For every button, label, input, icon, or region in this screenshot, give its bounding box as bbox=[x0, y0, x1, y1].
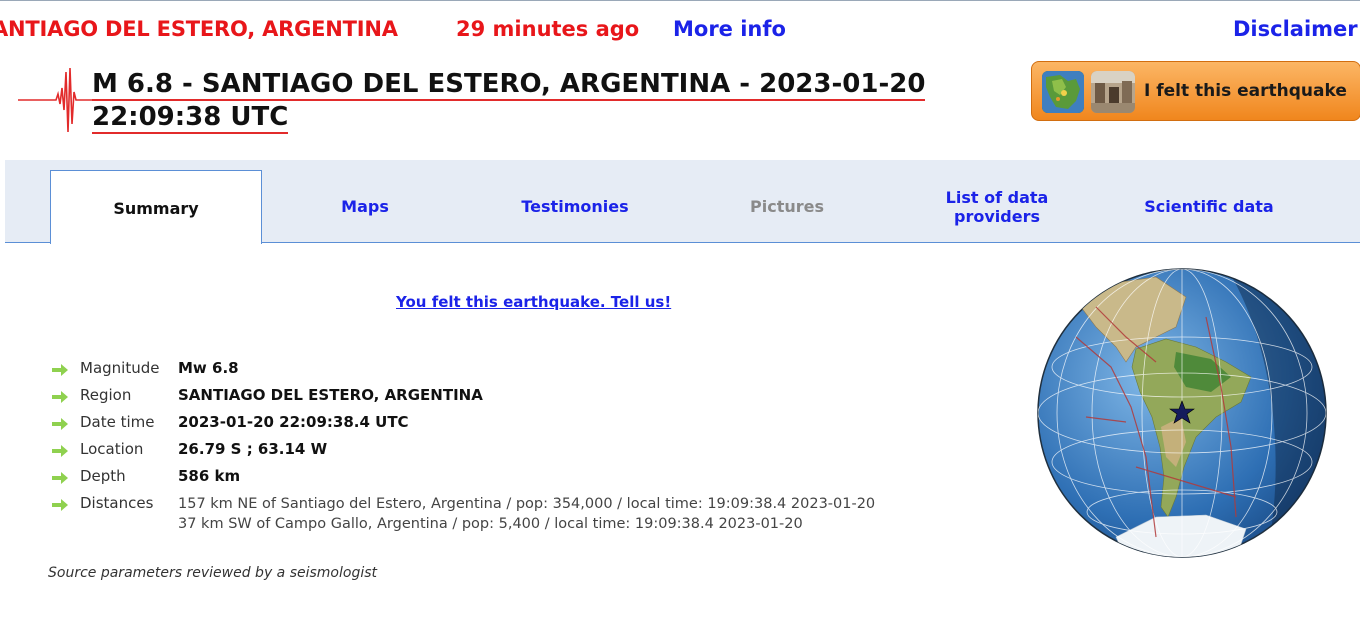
tab-summary-label: Summary bbox=[113, 199, 199, 218]
more-info-link[interactable]: More info bbox=[673, 17, 786, 41]
tab-testimonies-label: Testimonies bbox=[521, 197, 629, 216]
depth-label: Depth bbox=[80, 467, 126, 485]
green-arrow-icon bbox=[52, 472, 68, 484]
tell-us-link[interactable]: You felt this earthquake. Tell us! bbox=[396, 293, 671, 311]
damage-photo-icon bbox=[1091, 71, 1135, 113]
felt-earthquake-button[interactable]: I felt this earthquake bbox=[1031, 61, 1360, 121]
tab-scientific-data[interactable]: Scientific data bbox=[1103, 170, 1315, 243]
top-divider bbox=[0, 0, 1360, 1]
seismogram-icon bbox=[18, 67, 98, 133]
map-thumbnail-icon bbox=[1042, 71, 1084, 113]
tab-summary[interactable]: Summary bbox=[50, 170, 262, 244]
tab-scientific-data-label: Scientific data bbox=[1144, 197, 1274, 216]
tab-testimonies[interactable]: Testimonies bbox=[469, 170, 681, 243]
distance-line-1: 157 km NE of Santiago del Estero, Argent… bbox=[178, 496, 876, 512]
green-arrow-icon bbox=[52, 499, 68, 511]
green-arrow-icon bbox=[52, 418, 68, 430]
title-line-1: M 6.8 - SANTIAGO DEL ESTERO, ARGENTINA -… bbox=[92, 69, 926, 101]
distance-line-2: 37 km SW of Campo Gallo, Argentina / pop… bbox=[178, 516, 803, 532]
tab-pictures-label: Pictures bbox=[750, 197, 824, 216]
region-value: SANTIAGO DEL ESTERO, ARGENTINA bbox=[178, 386, 483, 404]
disclaimer-link[interactable]: Disclaimer bbox=[1233, 17, 1358, 41]
magnitude-label: Magnitude bbox=[80, 359, 160, 377]
distances-label: Distances bbox=[80, 494, 154, 512]
time-ago-text: 29 minutes ago bbox=[456, 17, 640, 41]
top-bar: ANTIAGO DEL ESTERO, ARGENTINA 29 minutes… bbox=[0, 17, 1360, 47]
tab-bar: Summary Maps Testimonies Pictures List o… bbox=[5, 160, 1360, 244]
green-arrow-icon bbox=[52, 445, 68, 457]
felt-button-label: I felt this earthquake bbox=[1144, 81, 1347, 101]
magnitude-value: Mw 6.8 bbox=[178, 359, 239, 377]
region-label: Region bbox=[80, 386, 132, 404]
tab-data-providers-label: List of data providers bbox=[945, 187, 1049, 226]
globe-location-map bbox=[1037, 268, 1327, 558]
green-arrow-icon bbox=[52, 391, 68, 403]
page: ANTIAGO DEL ESTERO, ARGENTINA 29 minutes… bbox=[0, 0, 1360, 621]
location-label: Location bbox=[80, 440, 144, 458]
date-time-label: Date time bbox=[80, 413, 155, 431]
page-title: M 6.8 - SANTIAGO DEL ESTERO, ARGENTINA -… bbox=[92, 68, 952, 134]
title-line-2: 22:09:38 UTC bbox=[92, 102, 289, 134]
depth-value: 586 km bbox=[178, 467, 241, 485]
tab-pictures: Pictures bbox=[681, 170, 893, 243]
tab-data-providers[interactable]: List of data providers bbox=[891, 170, 1103, 243]
distances-values: 157 km NE of Santiago del Estero, Argent… bbox=[178, 494, 875, 534]
green-arrow-icon bbox=[52, 364, 68, 376]
location-value: 26.79 S ; 63.14 W bbox=[178, 440, 328, 458]
source-note: Source parameters reviewed by a seismolo… bbox=[48, 565, 378, 581]
date-time-value: 2023-01-20 22:09:38.4 UTC bbox=[178, 413, 409, 431]
top-region-text: ANTIAGO DEL ESTERO, ARGENTINA bbox=[0, 17, 398, 41]
tab-maps[interactable]: Maps bbox=[259, 170, 471, 243]
tab-maps-label: Maps bbox=[341, 197, 389, 216]
